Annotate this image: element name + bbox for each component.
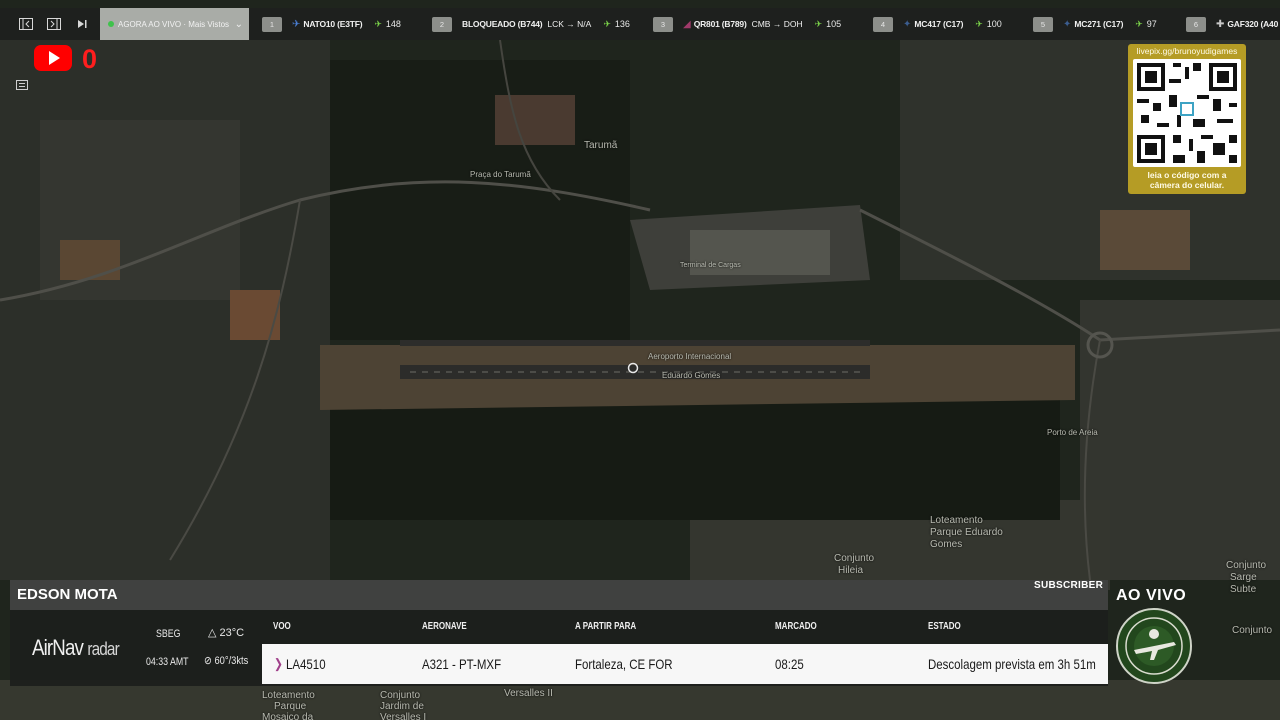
flight-route: CMB → DOH bbox=[751, 19, 803, 29]
donation-qr-panel: livepix.gg/brunoyudigames leia o código … bbox=[1128, 44, 1246, 194]
subscriber-strip: EDSON MOTA bbox=[10, 580, 1108, 610]
flight-callsign: QR801 (B789) bbox=[693, 19, 747, 29]
flight-item-6[interactable]: 6 ✚ GAF320 (A40 bbox=[1186, 8, 1278, 40]
flight-callsign: MC417 (C17) bbox=[914, 19, 964, 29]
wind: ⊘ 60°/3kts bbox=[204, 654, 248, 667]
flight-callsign: NATO10 (E3TF) bbox=[303, 19, 363, 29]
map-label-jardim-3: Versalles I bbox=[380, 712, 427, 720]
youtube-logo-icon bbox=[34, 45, 72, 71]
cell-voo: LA4510 bbox=[286, 656, 326, 672]
airnav-radar-logo: AirNav radar bbox=[32, 635, 120, 661]
flight-info-panel: EDSON MOTA AirNav radar SBEG 04:33 AMT △… bbox=[10, 580, 1108, 686]
map-label-loteamento-1: Loteamento bbox=[930, 515, 983, 526]
map-label-praca: Praça do Tarumã bbox=[470, 170, 531, 179]
flight-rank: 6 bbox=[1186, 16, 1206, 32]
qr-url: livepix.gg/brunoyudigames bbox=[1136, 46, 1238, 56]
map-label-versalles: Versalles II bbox=[504, 688, 553, 699]
local-time: 04:33 AMT bbox=[146, 656, 189, 668]
flight-rank: 2 bbox=[432, 16, 452, 32]
temperature: △ 23°C bbox=[208, 626, 244, 639]
wind-value: 60°/3kts bbox=[214, 655, 249, 667]
subscriber-label: SUBSCRIBER bbox=[1034, 580, 1104, 591]
flight-rank: 3 bbox=[653, 16, 673, 32]
flight-callsign: MC271 (C17) bbox=[1074, 19, 1124, 29]
map-label-porto: Porto de Areia bbox=[1047, 428, 1098, 437]
viewers-indicator: ✈ 100 bbox=[975, 18, 1002, 29]
airline-logo-icon: ✈ bbox=[292, 18, 301, 30]
viewers-indicator: ✈ 136 bbox=[603, 18, 630, 29]
flight-row[interactable]: ❯ LA4510 A321 - PT-MXF Fortaleza, CE FOR… bbox=[262, 644, 1108, 684]
cell-estado: Descolagem prevista em 3h 51m bbox=[928, 656, 1096, 672]
map-label-mosaico-1: Loteamento bbox=[262, 690, 315, 701]
live-title: AO VIVO bbox=[1116, 587, 1187, 604]
qr-caption-line-2: câmera do celular. bbox=[1149, 180, 1225, 190]
map-label-jardim-2: Jardim de bbox=[380, 701, 424, 712]
header-estado: ESTADO bbox=[928, 621, 961, 632]
airline-logo-icon: ✦ bbox=[1063, 18, 1072, 30]
brand-main: AirNav bbox=[32, 635, 84, 660]
map-label-hileia-2: Hileia bbox=[838, 565, 864, 576]
brand-sub: radar bbox=[87, 639, 119, 659]
airport-icao: SBEG bbox=[156, 628, 181, 640]
airline-logo-icon: ◢ bbox=[683, 18, 691, 30]
map-label-sargento-3: Subte bbox=[1230, 584, 1257, 595]
expand-panel-icon[interactable] bbox=[40, 8, 68, 40]
thermometer-icon: △ bbox=[208, 627, 217, 639]
flight-item-1[interactable]: 1 ✈ NATO10 (E3TF) ✈ 148 bbox=[262, 8, 401, 40]
map-label-jardim-1: Conjunto bbox=[380, 690, 421, 701]
top-bar: AGORA AO VIVO · Mais Vistos ⌄ 1 ✈ NATO10… bbox=[0, 8, 1280, 40]
qr-caption-line-1: leia o código com a bbox=[1147, 170, 1227, 180]
flight-callsign: GAF320 (A40 bbox=[1227, 19, 1279, 29]
chevron-down-icon: ⌄ bbox=[234, 18, 243, 30]
map-label-taruma: Tarumã bbox=[584, 140, 618, 151]
flight-rank: 4 bbox=[873, 16, 893, 32]
cell-destino: Fortaleza, CE FOR bbox=[575, 656, 673, 672]
live-label: AGORA AO VIVO bbox=[118, 19, 182, 29]
list-icon[interactable] bbox=[12, 74, 32, 96]
map-label-mosaico-3: Mosaico da bbox=[262, 712, 314, 720]
flight-rank: 5 bbox=[1033, 16, 1053, 32]
subscriber-name: EDSON MOTA bbox=[17, 586, 118, 603]
cell-marcado: 08:25 bbox=[775, 656, 804, 672]
airline-tail-icon: ❯ bbox=[274, 656, 283, 671]
flight-item-2[interactable]: 2 BLOQUEADO (B744) LCK → N/A ✈ 136 bbox=[432, 8, 630, 40]
channel-emblem-icon bbox=[1116, 608, 1192, 684]
map-label-sargento-2: Sarge bbox=[1230, 572, 1257, 583]
map-label-loteamento-2: Parque Eduardo bbox=[930, 527, 1003, 538]
map-label-loteamento-3: Gomes bbox=[930, 539, 963, 550]
map-label-airport-2: Eduardo Gomes bbox=[662, 371, 721, 380]
map-label-airport-1: Aeroporto Internacional bbox=[648, 352, 732, 361]
flight-item-3[interactable]: 3 ◢ QR801 (B789) CMB → DOH ✈ 105 bbox=[653, 8, 841, 40]
header-aeronave: AERONAVE bbox=[422, 621, 467, 632]
header-marcado: MARCADO bbox=[775, 621, 817, 632]
flight-rank: 1 bbox=[262, 16, 282, 32]
flight-route: LCK → N/A bbox=[547, 19, 592, 29]
qr-code-image bbox=[1133, 59, 1241, 167]
skip-next-icon[interactable] bbox=[68, 8, 96, 40]
wind-compass-icon: ⊘ bbox=[204, 655, 212, 667]
collapse-sidebar-icon[interactable] bbox=[12, 8, 40, 40]
map-label-sargento-1: Conjunto bbox=[1226, 560, 1267, 571]
cell-aeronave: A321 - PT-MXF bbox=[422, 656, 502, 672]
live-dot-icon bbox=[108, 21, 114, 27]
youtube-counter: 0 bbox=[82, 44, 98, 74]
viewers-indicator: ✈ 97 bbox=[1135, 18, 1157, 29]
map-label-terminal: Terminal de Cargas bbox=[680, 262, 741, 269]
map-label-hileia-1: Conjunto bbox=[834, 553, 875, 564]
flight-item-4[interactable]: 4 ✦ MC417 (C17) ✈ 100 bbox=[873, 8, 1002, 40]
viewers-indicator: ✈ 148 bbox=[374, 18, 401, 29]
map-label-conjunto-right: Conjunto bbox=[1232, 625, 1273, 636]
airline-logo-icon: ✦ bbox=[903, 18, 912, 30]
qr-caption: leia o código com a câmera do celular. bbox=[1128, 170, 1246, 190]
flight-item-5[interactable]: 5 ✦ MC271 (C17) ✈ 97 bbox=[1033, 8, 1157, 40]
flight-callsign: BLOQUEADO (B744) bbox=[462, 19, 543, 29]
map-label-mosaico-2: Parque bbox=[274, 701, 307, 712]
airline-logo-icon: ✚ bbox=[1216, 18, 1225, 30]
viewers-indicator: ✈ 105 bbox=[814, 18, 842, 29]
header-voo: VOO bbox=[273, 621, 291, 632]
live-view-dropdown[interactable]: AGORA AO VIVO · Mais Vistos ⌄ bbox=[100, 8, 249, 40]
live-more-label: · Mais Vistos bbox=[183, 19, 230, 29]
temperature-value: 23°C bbox=[219, 627, 245, 639]
header-destino: A PARTIR PARA bbox=[575, 621, 637, 632]
